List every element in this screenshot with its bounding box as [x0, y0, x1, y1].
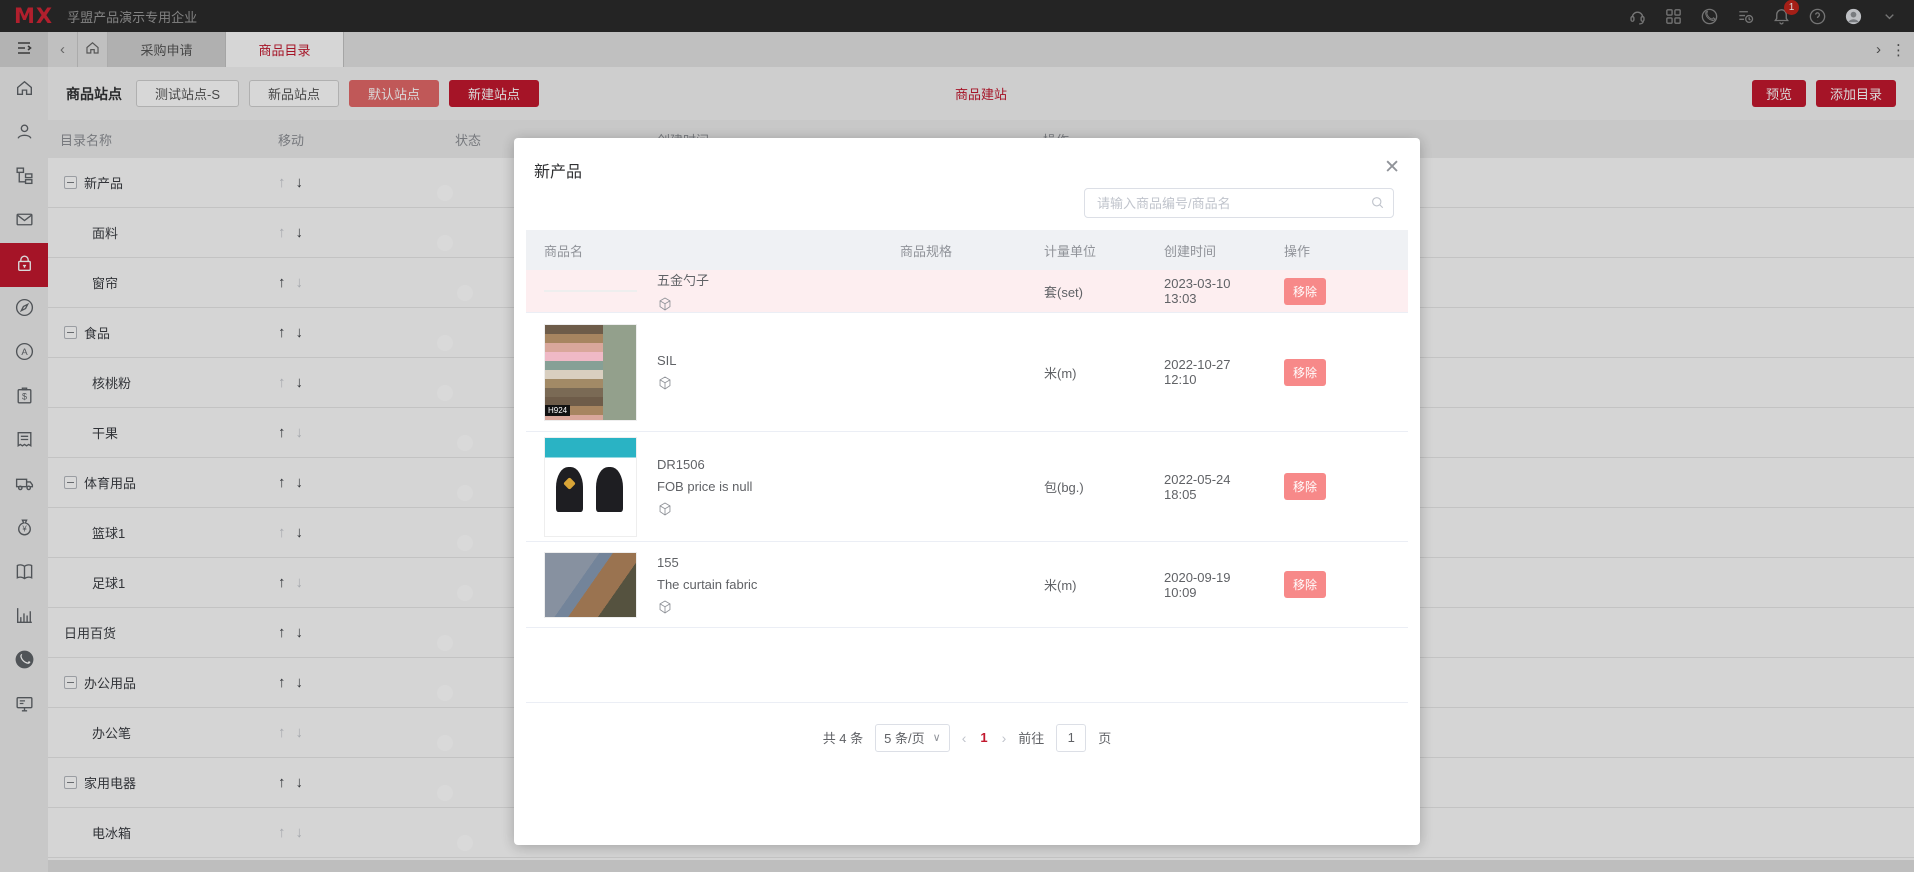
- cube-icon: [657, 296, 673, 312]
- chevron-down-icon: ∨: [933, 731, 941, 744]
- cutlery-product-image: [544, 290, 637, 292]
- product-desc: FOB price is null: [657, 479, 752, 494]
- product-text-col: 155 The curtain fabric: [657, 555, 757, 615]
- dialog-title: 新产品: [534, 158, 582, 182]
- remove-button[interactable]: 移除: [1284, 359, 1326, 386]
- new-product-dialog: 新产品 ✕ 商品名 商品规格 计量单位 创建时间 操作 五金勺子套(set)20…: [514, 138, 1420, 845]
- product-name-cell: H924 SIL: [526, 324, 882, 421]
- pagination: 共 4 条 5 条/页 ∨ ‹ 1 › 前往 页: [526, 703, 1408, 772]
- cube-icon: [657, 599, 673, 615]
- prev-page-button[interactable]: ‹: [962, 730, 967, 746]
- product-action-cell: 移除: [1266, 571, 1408, 598]
- product-name-cell: DR1506 FOB price is null: [526, 437, 882, 537]
- product-created-cell: 2022-10-27 12:10: [1146, 357, 1266, 387]
- product-text-col: SIL: [657, 353, 677, 391]
- remove-button[interactable]: 移除: [1284, 473, 1326, 500]
- pagination-total: 共 4 条: [823, 728, 863, 747]
- table-empty-space: [526, 628, 1408, 703]
- page-size-value: 5 条/页: [884, 728, 924, 747]
- column-header: 创建时间: [1146, 241, 1266, 260]
- product-name: 五金勺子: [657, 270, 709, 289]
- product-text-col: DR1506 FOB price is null: [657, 457, 752, 517]
- product-unit-cell: 套(set): [1026, 282, 1146, 301]
- page-size-select[interactable]: 5 条/页 ∨: [875, 724, 950, 752]
- goto-label: 前往: [1018, 728, 1044, 747]
- column-header: 商品名: [526, 241, 882, 260]
- product-created-cell: 2022-05-24 18:05: [1146, 472, 1266, 502]
- product-row: 五金勺子套(set)2023-03-10 13:03 移除: [526, 270, 1408, 313]
- fabric-stack-product-image: H924: [544, 324, 637, 421]
- product-table: 商品名 商品规格 计量单位 创建时间 操作 五金勺子套(set)2023-03-…: [526, 230, 1408, 845]
- column-header: 操作: [1266, 241, 1408, 260]
- remove-button[interactable]: 移除: [1284, 278, 1326, 305]
- cube-icon: [657, 501, 673, 517]
- product-row: 155 The curtain fabric 米(m)2020-09-19 10:0…: [526, 542, 1408, 628]
- product-created-cell: 2023-03-10 13:03: [1146, 276, 1266, 306]
- goto-suffix: 页: [1098, 728, 1111, 747]
- product-unit-cell: 米(m): [1026, 575, 1146, 594]
- product-action-cell: 移除: [1266, 473, 1408, 500]
- product-name: DR1506: [657, 457, 752, 472]
- image-label: H924: [545, 405, 570, 416]
- page-number-1[interactable]: 1: [978, 730, 989, 745]
- column-header: 商品规格: [882, 241, 1026, 260]
- search-icon[interactable]: [1370, 195, 1385, 213]
- hoodie-product-image: [544, 437, 637, 537]
- product-row: DR1506 FOB price is null 包(bg.)2022-05-24 …: [526, 432, 1408, 542]
- product-table-header: 商品名 商品规格 计量单位 创建时间 操作: [526, 230, 1408, 270]
- product-name-cell: 五金勺子: [526, 270, 882, 312]
- product-row: H924 SIL 米(m)2022-10-27 12:10 移除: [526, 313, 1408, 432]
- product-action-cell: 移除: [1266, 278, 1408, 305]
- column-header: 计量单位: [1026, 241, 1146, 260]
- goto-page-input[interactable]: [1056, 724, 1086, 752]
- product-name: SIL: [657, 353, 677, 368]
- product-action-cell: 移除: [1266, 359, 1408, 386]
- product-unit-cell: 包(bg.): [1026, 477, 1146, 496]
- product-unit-cell: 米(m): [1026, 363, 1146, 382]
- product-search-input[interactable]: [1084, 188, 1394, 218]
- gold-heart-decoration: [563, 477, 576, 490]
- close-icon[interactable]: ✕: [1384, 158, 1400, 177]
- remove-button[interactable]: 移除: [1284, 571, 1326, 598]
- product-created-cell: 2020-09-19 10:09: [1146, 570, 1266, 600]
- next-page-button[interactable]: ›: [1002, 730, 1007, 746]
- product-name: 155: [657, 555, 757, 570]
- cube-icon: [657, 375, 673, 391]
- product-text-col: 五金勺子: [657, 270, 709, 312]
- leather-fabric-product-image: [544, 552, 637, 618]
- product-name-cell: 155 The curtain fabric: [526, 552, 882, 618]
- product-desc: The curtain fabric: [657, 577, 757, 592]
